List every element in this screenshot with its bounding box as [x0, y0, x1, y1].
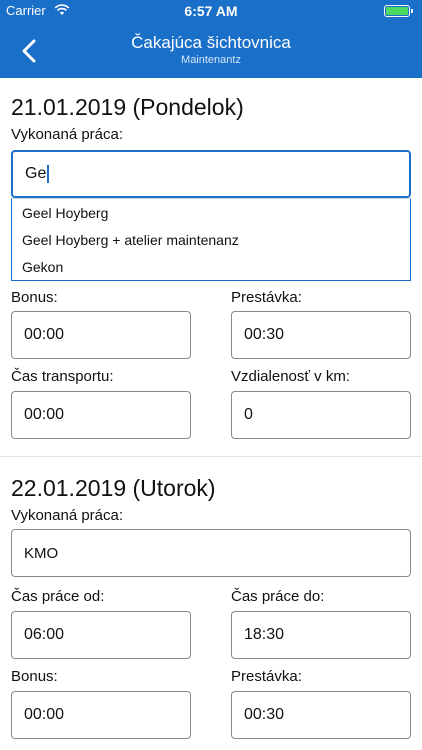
- suggestion-item[interactable]: Geel Hoyberg + atelier maintenanz: [12, 226, 410, 253]
- day-heading: 21.01.2019 (Pondelok): [11, 94, 244, 120]
- page-subtitle: Maintenantz: [181, 54, 241, 66]
- bonus-input[interactable]: 00:00: [11, 691, 191, 739]
- transport-label: Čas transportu:: [11, 368, 114, 385]
- work-input[interactable]: KMO: [11, 529, 411, 577]
- day-heading: 22.01.2019 (Utorok): [11, 475, 216, 501]
- nav-bar: Carrier 6:57 AM Čakajúca šichtovnica Mai…: [0, 0, 422, 78]
- distance-input[interactable]: 0: [231, 391, 411, 439]
- work-label: Vykonaná práca:: [11, 507, 124, 524]
- work-from-input[interactable]: 06:00: [11, 611, 191, 659]
- break-label: Prestávka:: [231, 668, 302, 685]
- transport-input[interactable]: 00:00: [11, 391, 191, 439]
- work-label: Vykonaná práca:: [11, 126, 124, 143]
- suggestion-item[interactable]: Geel Hoyberg: [12, 199, 410, 226]
- work-input[interactable]: Ge: [11, 150, 411, 198]
- break-input[interactable]: 00:30: [231, 311, 411, 359]
- bonus-input[interactable]: 00:00: [11, 311, 191, 359]
- work-to-label: Čas práce do:: [231, 588, 325, 605]
- break-input[interactable]: 00:30: [231, 691, 411, 739]
- clock: 6:57 AM: [184, 3, 238, 19]
- break-label: Prestávka:: [231, 289, 302, 306]
- work-to-input[interactable]: 18:30: [231, 611, 411, 659]
- text-cursor: [47, 165, 50, 183]
- bonus-label: Bonus:: [11, 668, 58, 685]
- work-from-label: Čas práce od:: [11, 588, 105, 605]
- status-bar: Carrier 6:57 AM: [0, 0, 422, 22]
- battery-icon: [384, 5, 416, 17]
- work-input-value: Ge: [25, 165, 47, 182]
- page-title: Čakajúca šichtovnica: [131, 33, 291, 52]
- bonus-label: Bonus:: [11, 289, 58, 306]
- autocomplete-dropdown: Geel Hoyberg Geel Hoyberg + atelier main…: [11, 198, 411, 281]
- distance-label: Vzdialenosť v km:: [231, 368, 351, 385]
- suggestion-item[interactable]: Gekon: [12, 253, 410, 280]
- section-divider: [0, 456, 422, 457]
